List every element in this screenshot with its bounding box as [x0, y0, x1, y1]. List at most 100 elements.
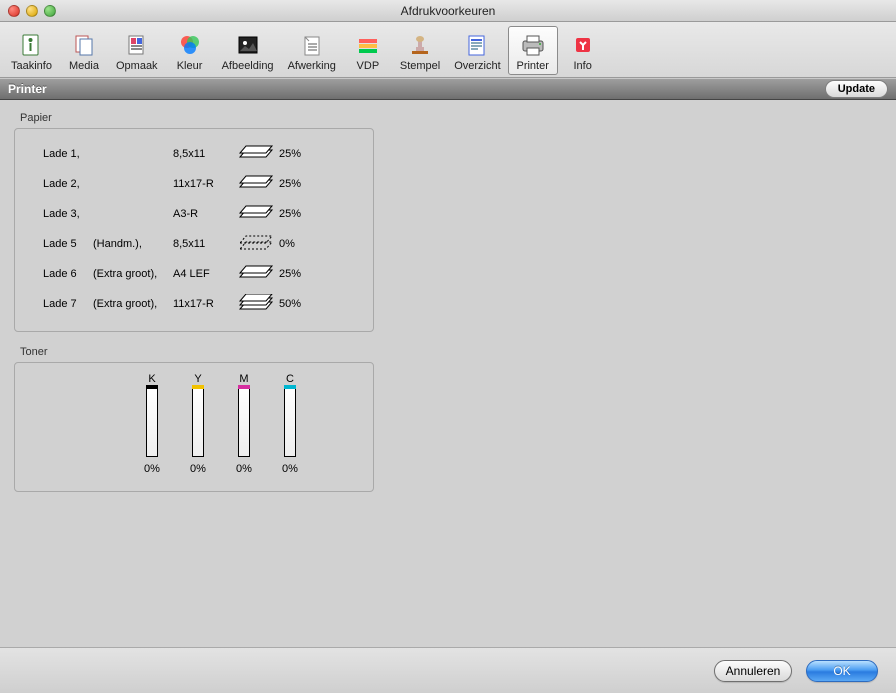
tray-note: (Handm.),: [93, 238, 173, 250]
tray-percent: 25%: [279, 178, 319, 190]
minimize-window-button[interactable]: [26, 5, 38, 17]
paper-group: Lade 1,8,5x1125%Lade 2,11x17-R25%Lade 3,…: [14, 128, 374, 332]
ok-button-label: OK: [833, 664, 850, 678]
tray-row: Lade 5(Handm.),8,5x11 0%: [43, 229, 359, 259]
toner-label: K: [148, 373, 155, 385]
tray-name: Lade 3,: [43, 208, 93, 220]
footer: Annuleren OK: [0, 647, 896, 693]
tab-stempel[interactable]: Stempel: [393, 26, 447, 75]
summary-icon: [464, 32, 490, 58]
toolbar: Taakinfo Media Opmaak: [0, 22, 896, 78]
tab-label: Media: [69, 60, 99, 72]
tray-list: Lade 1,8,5x1125%Lade 2,11x17-R25%Lade 3,…: [29, 139, 359, 319]
tray-row: Lade 7(Extra groot),11x17-R 50%: [43, 289, 359, 319]
tray-note: (Extra groot),: [93, 298, 173, 310]
tray-note: (Extra groot),: [93, 268, 173, 280]
toner-col: C 0%: [277, 373, 303, 475]
cancel-button-label: Annuleren: [726, 664, 781, 678]
tray-name: Lade 7: [43, 298, 93, 310]
toner-level-bar: [238, 387, 250, 457]
tray-size: 8,5x11: [173, 238, 233, 250]
tray-percent: 50%: [279, 298, 319, 310]
tab-taakinfo[interactable]: Taakinfo: [4, 26, 59, 75]
tray-percent: 25%: [279, 208, 319, 220]
tray-percent: 25%: [279, 268, 319, 280]
tab-printer[interactable]: Printer: [508, 26, 558, 75]
tab-label: VDP: [357, 60, 380, 72]
window-title: Afdrukvoorkeuren: [0, 4, 896, 18]
toner-level-bar: [284, 387, 296, 457]
window-controls: [0, 5, 56, 17]
tray-name: Lade 1,: [43, 148, 93, 160]
section-header: Printer Update: [0, 78, 896, 100]
tab-label: Afbeelding: [222, 60, 274, 72]
tab-info[interactable]: Info: [558, 26, 608, 75]
toner-group-title: Toner: [20, 346, 882, 358]
paper-stack-icon: [233, 174, 279, 194]
finishing-icon: [299, 32, 325, 58]
taakinfo-icon: [18, 32, 44, 58]
tray-row: Lade 3, A3-R 25%: [43, 199, 359, 229]
titlebar: Afdrukvoorkeuren: [0, 0, 896, 22]
tab-afwerking[interactable]: Afwerking: [281, 26, 343, 75]
toner-percent: 0%: [282, 463, 298, 475]
paper-stack-icon: [233, 294, 279, 314]
tray-size: 11x17-R: [173, 298, 233, 310]
tray-size: A4 LEF: [173, 268, 233, 280]
tab-label: Afwerking: [288, 60, 336, 72]
tray-row: Lade 2, 11x17-R 25%: [43, 169, 359, 199]
tray-row: Lade 6(Extra groot),A4 LEF 25%: [43, 259, 359, 289]
content: Papier Lade 1, 8,5x11 25% Lade 2, 11x17-R 25%…: [0, 100, 896, 693]
ok-button[interactable]: OK: [806, 660, 878, 682]
close-window-button[interactable]: [8, 5, 20, 17]
toner-label: M: [239, 373, 248, 385]
tab-label: Stempel: [400, 60, 440, 72]
toner-col: M0%: [231, 373, 257, 475]
tab-kleur[interactable]: Kleur: [165, 26, 215, 75]
section-title: Printer: [8, 82, 47, 96]
tab-media[interactable]: Media: [59, 26, 109, 75]
tray-size: 11x17-R: [173, 178, 233, 190]
paper-stack-icon: [233, 204, 279, 224]
zoom-window-button[interactable]: [44, 5, 56, 17]
tray-size: A3-R: [173, 208, 233, 220]
layout-icon: [124, 32, 150, 58]
toner-group: K 0% Y 0% M0% C 0%: [14, 362, 374, 492]
tray-percent: 0%: [279, 238, 319, 250]
tab-label: Info: [574, 60, 592, 72]
toner-percent: 0%: [190, 463, 206, 475]
paper-group-title: Papier: [20, 112, 882, 124]
image-icon: [235, 32, 261, 58]
tray-row: Lade 1, 8,5x11 25%: [43, 139, 359, 169]
toner-col: Y 0%: [185, 373, 211, 475]
toner-level-bar: [192, 387, 204, 457]
tab-opmaak[interactable]: Opmaak: [109, 26, 165, 75]
toner-level-bar: [146, 387, 158, 457]
tab-label: Overzicht: [454, 60, 500, 72]
paper-stack-icon: [233, 264, 279, 284]
update-button-label: Update: [838, 83, 875, 95]
tab-vdp[interactable]: VDP: [343, 26, 393, 75]
tray-percent: 25%: [279, 148, 319, 160]
cancel-button[interactable]: Annuleren: [714, 660, 792, 682]
tray-size: 8,5x11: [173, 148, 233, 160]
toner-percent: 0%: [144, 463, 160, 475]
tab-overzicht[interactable]: Overzicht: [447, 26, 507, 75]
toner-col: K 0%: [139, 373, 165, 475]
stamp-icon: [407, 32, 433, 58]
toner-row: K 0% Y 0% M0% C 0%: [29, 373, 359, 475]
vdp-icon: [355, 32, 381, 58]
tray-name: Lade 6: [43, 268, 93, 280]
tab-afbeelding[interactable]: Afbeelding: [215, 26, 281, 75]
tab-label: Taakinfo: [11, 60, 52, 72]
tab-label: Printer: [516, 60, 548, 72]
printer-icon: [520, 32, 546, 58]
toner-label: C: [286, 373, 294, 385]
update-button[interactable]: Update: [825, 80, 888, 98]
paper-stack-icon: [233, 144, 279, 164]
toner-label: Y: [194, 373, 201, 385]
tab-label: Opmaak: [116, 60, 158, 72]
tray-name: Lade 5: [43, 238, 93, 250]
info-icon: [570, 32, 596, 58]
tray-name: Lade 2,: [43, 178, 93, 190]
